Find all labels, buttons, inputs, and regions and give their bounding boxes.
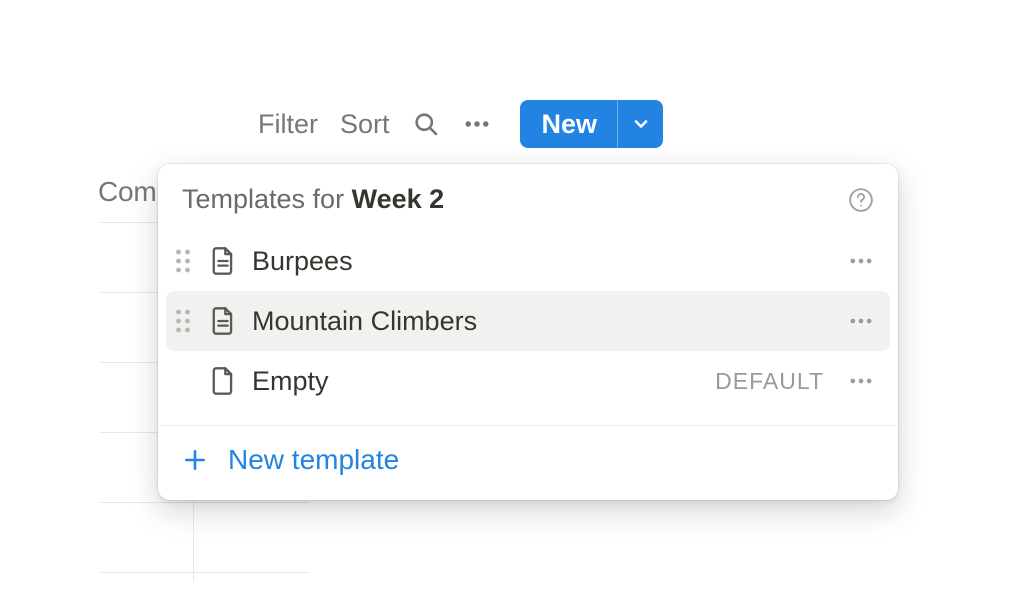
template-list: Burpees [158, 227, 898, 417]
new-template-button[interactable]: New template [158, 426, 898, 498]
row-more-icon[interactable] [844, 247, 878, 275]
default-badge: DEFAULT [715, 368, 824, 395]
popover-title-target: Week 2 [352, 184, 445, 214]
template-row-burpees[interactable]: Burpees [166, 231, 890, 291]
column-header-truncated: Com [98, 176, 157, 208]
plus-icon [182, 447, 208, 473]
sort-button[interactable]: Sort [340, 109, 390, 140]
template-row-mountain-climbers[interactable]: Mountain Climbers [166, 291, 890, 351]
database-toolbar: Filter Sort New [258, 100, 663, 148]
drag-handle-icon[interactable] [172, 309, 194, 333]
page-blank-icon [208, 366, 238, 396]
help-icon[interactable] [848, 187, 874, 213]
new-template-label: New template [228, 444, 399, 476]
row-more-icon[interactable] [844, 307, 878, 335]
popover-title: Templates for Week 2 [182, 184, 444, 215]
new-button-label: New [542, 109, 598, 140]
popover-title-prefix: Templates for [182, 184, 352, 214]
templates-popover: Templates for Week 2 [158, 164, 898, 500]
more-icon[interactable] [462, 109, 492, 139]
row-more-icon[interactable] [844, 367, 878, 395]
table-row-divider [100, 502, 310, 503]
new-dropdown-button[interactable] [617, 100, 663, 148]
template-label: Mountain Climbers [252, 306, 830, 337]
chevron-down-icon [631, 114, 651, 134]
new-split-button: New [520, 100, 664, 148]
page-with-text-icon [208, 246, 238, 276]
filter-button[interactable]: Filter [258, 109, 318, 140]
search-icon[interactable] [412, 110, 440, 138]
template-label: Empty [252, 366, 701, 397]
popover-header: Templates for Week 2 [158, 164, 898, 227]
template-label: Burpees [252, 246, 830, 277]
table-row-divider [100, 572, 310, 573]
drag-handle-icon[interactable] [172, 249, 194, 273]
new-button[interactable]: New [520, 100, 618, 148]
page-with-text-icon [208, 306, 238, 336]
template-row-empty[interactable]: Empty DEFAULT [166, 351, 890, 411]
